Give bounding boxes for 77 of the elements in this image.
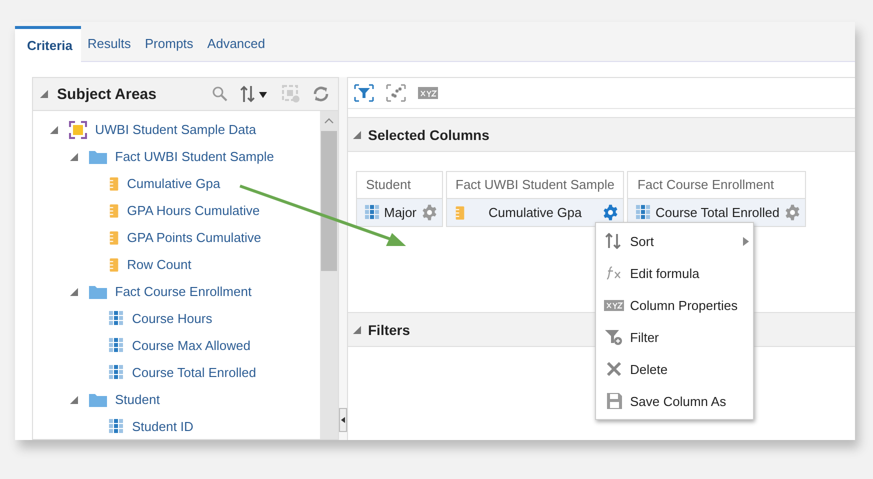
filter-icon[interactable] <box>354 84 374 102</box>
delete-icon <box>606 361 622 377</box>
menu-item[interactable]: Column Properties <box>596 289 753 321</box>
column-chip[interactable]: Major <box>357 198 442 226</box>
tree-item[interactable]: UWBI Student Sample Data <box>95 122 256 137</box>
xyz-icon[interactable] <box>418 87 438 99</box>
menu-item[interactable]: Delete <box>596 353 753 385</box>
expand-triangle-icon[interactable] <box>70 288 78 296</box>
expand-triangle-icon[interactable] <box>50 126 58 134</box>
column-name: Major <box>384 205 417 220</box>
folder-icon <box>89 150 107 164</box>
tree-item[interactable]: Student ID <box>132 419 194 434</box>
column-chip[interactable]: Course Total Enrolled <box>628 198 805 226</box>
scrollbar-thumb[interactable] <box>321 131 337 271</box>
tree-item[interactable]: Course Hours <box>132 311 212 326</box>
tree-item[interactable]: Student <box>115 392 160 407</box>
submenu-arrow-icon <box>743 236 749 246</box>
grid-icon <box>109 338 124 353</box>
tree-item[interactable]: Fact Course Enrollment <box>115 284 252 299</box>
column-name: Cumulative Gpa <box>488 205 582 220</box>
menu-item[interactable]: Edit formula <box>596 257 753 289</box>
panel-title: Subject Areas <box>57 86 156 102</box>
filter-icon <box>605 328 623 346</box>
search-icon[interactable] <box>212 86 228 102</box>
expand-triangle-icon[interactable] <box>70 152 78 160</box>
column-name: Course Total Enrolled <box>655 205 780 220</box>
tab[interactable]: Results <box>80 26 138 61</box>
tab[interactable]: Criteria <box>15 26 81 62</box>
tree-item[interactable]: Row Count <box>127 257 192 272</box>
tree-item[interactable]: Course Max Allowed <box>132 338 250 353</box>
ruler-icon <box>109 256 119 272</box>
splitter-handle[interactable] <box>339 77 348 440</box>
expand-triangle-icon[interactable] <box>40 90 48 98</box>
collapse-left-icon[interactable] <box>339 408 347 432</box>
expand-triangle-icon[interactable] <box>70 396 78 404</box>
tree-item[interactable]: Cumulative Gpa <box>127 176 220 191</box>
scroll-up-icon[interactable] <box>324 117 334 125</box>
grid-icon <box>109 311 124 326</box>
section-title: Filters <box>368 322 410 338</box>
scatter-icon[interactable] <box>386 84 406 102</box>
settings-icon[interactable] <box>420 204 438 221</box>
ruler-icon <box>454 204 465 220</box>
tab[interactable]: Advanced <box>200 26 272 61</box>
scrollbar[interactable] <box>320 111 338 439</box>
tree-item[interactable]: Fact UWBI Student Sample <box>115 149 274 164</box>
expand-triangle-icon[interactable] <box>353 130 361 138</box>
expand-triangle-icon[interactable] <box>353 326 361 334</box>
formula-icon <box>606 266 622 280</box>
tree-item[interactable]: GPA Points Cumulative <box>127 230 262 245</box>
column-chip[interactable]: Cumulative Gpa <box>446 198 624 226</box>
tab[interactable]: Prompts <box>138 26 200 61</box>
xyz-icon <box>604 300 624 310</box>
folder-icon <box>89 284 107 298</box>
tree-item[interactable]: Course Total Enrolled <box>132 365 256 380</box>
grid-icon <box>365 205 380 220</box>
menu-item[interactable]: Save Column As <box>596 385 753 417</box>
ruler-icon <box>109 230 119 246</box>
column-group-label: Fact UWBI Student Sample <box>454 176 616 194</box>
folder-icon <box>89 392 107 406</box>
grid-icon <box>109 365 124 380</box>
save-icon <box>606 393 622 409</box>
column-group-label: Student <box>365 176 412 194</box>
refresh-icon[interactable] <box>312 85 330 103</box>
menu-item[interactable]: Sort <box>596 225 753 257</box>
settings-icon[interactable] <box>784 204 801 221</box>
column-group-label: Fact Course Enrollment <box>636 176 776 194</box>
sort-icon <box>605 233 623 249</box>
settings-icon[interactable] <box>602 204 619 221</box>
menu-item[interactable]: Filter <box>596 321 753 353</box>
ruler-icon <box>109 176 119 192</box>
grid-icon <box>109 419 124 434</box>
grid-icon <box>636 205 652 220</box>
ruler-icon <box>109 202 119 218</box>
cube-icon <box>69 120 87 138</box>
tree-item[interactable]: GPA Hours Cumulative <box>127 203 260 218</box>
sort-icon[interactable] <box>240 85 270 103</box>
section-title: Selected Columns <box>368 126 490 142</box>
